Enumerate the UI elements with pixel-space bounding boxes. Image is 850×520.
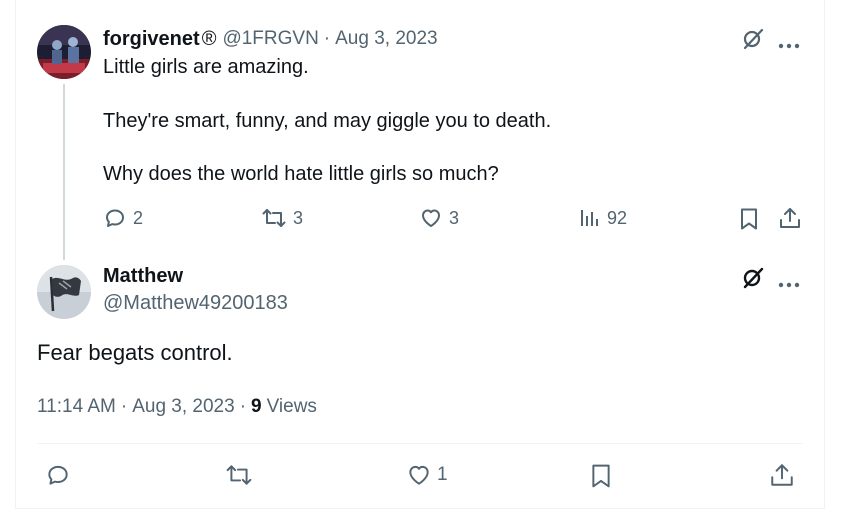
reply-icon[interactable] xyxy=(45,462,71,493)
avatar[interactable] xyxy=(37,25,91,79)
views-button[interactable]: 92 xyxy=(579,206,627,230)
heart-icon xyxy=(422,209,440,227)
reply-count: 2 xyxy=(133,207,144,228)
share-icon[interactable] xyxy=(778,206,802,235)
repost-icon xyxy=(262,209,286,227)
user-handle[interactable]: @1FRGVN xyxy=(222,28,318,50)
divider xyxy=(37,443,803,444)
repost-count: 3 xyxy=(293,207,304,228)
repost-icon[interactable] xyxy=(224,462,254,493)
views-count: 9 xyxy=(251,396,262,417)
display-name[interactable]: forgivenet xyxy=(103,28,200,51)
views-label: Views xyxy=(266,396,317,417)
more-dots-icon[interactable] xyxy=(778,275,800,293)
thread-connector xyxy=(63,84,65,260)
views-bars-icon xyxy=(581,210,598,226)
grok-slash-icon[interactable] xyxy=(741,27,765,56)
meta-separator: · xyxy=(120,396,128,417)
name-symbol: ® xyxy=(201,27,217,50)
tweet-header: forgivenet ® @1FRGVN · Aug 3, 2023 xyxy=(103,26,438,52)
avatar-image xyxy=(37,265,91,319)
tweet-date[interactable]: Aug 3, 2023 xyxy=(132,396,234,418)
bookmark-icon[interactable] xyxy=(589,462,613,495)
bookmark-icon[interactable] xyxy=(738,207,760,236)
reply-button[interactable]: 2 xyxy=(103,206,143,230)
meta-separator: · xyxy=(239,396,247,417)
tweet-text-line: Why does the world hate little girls so … xyxy=(103,163,499,185)
avatar[interactable] xyxy=(37,265,91,319)
display-name[interactable]: Matthew xyxy=(103,265,183,288)
tweet-text: Fear begats control. xyxy=(37,340,233,365)
reply-icon xyxy=(106,209,124,227)
header-separator: · xyxy=(323,28,331,49)
like-count: 1 xyxy=(437,464,448,485)
avatar-image xyxy=(37,25,91,79)
tweet-metadata: 11:14 AM · Aug 3, 2023 · 9 Views xyxy=(37,396,317,418)
user-handle[interactable]: @Matthew49200183 xyxy=(103,292,288,315)
like-count: 3 xyxy=(449,207,460,228)
tweet-date[interactable]: Aug 3, 2023 xyxy=(335,28,437,50)
like-button[interactable]: 3 xyxy=(419,206,459,230)
heart-icon xyxy=(409,465,429,485)
tweet-text-line: They're smart, funny, and may giggle you… xyxy=(103,110,552,132)
share-icon[interactable] xyxy=(769,461,795,494)
repost-button[interactable]: 3 xyxy=(261,206,303,230)
more-dots-icon[interactable] xyxy=(778,36,800,54)
tweet-text-line: Little girls are amazing. xyxy=(103,56,309,78)
like-button[interactable]: 1 xyxy=(405,462,448,488)
tweet-time[interactable]: 11:14 AM xyxy=(37,396,116,418)
grok-slash-icon[interactable] xyxy=(741,266,765,295)
views-count: 92 xyxy=(607,207,628,228)
